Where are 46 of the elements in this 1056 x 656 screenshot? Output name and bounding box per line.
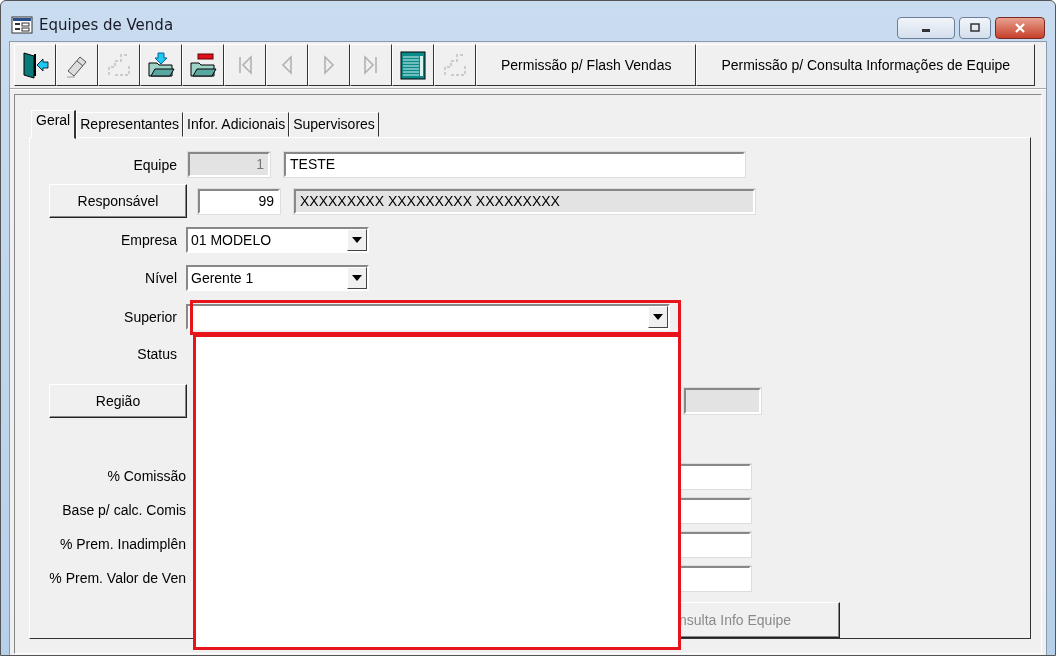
responsible-button[interactable]: Responsável [49,184,187,218]
region-button[interactable]: Região [49,384,187,418]
close-button[interactable] [995,17,1045,39]
table-icon [399,50,427,80]
toolbar-button[interactable] [392,44,434,86]
toolbar-button[interactable]: Permissão p/ Flash Vendas [476,44,697,86]
maximize-button[interactable] [959,17,991,39]
toolbar-button[interactable] [14,44,56,86]
folder-download-icon [147,51,175,79]
level-dropdown[interactable]: Gerente 1 [186,265,369,291]
field-label: % Prem. Valor de Ven [48,570,186,586]
tab[interactable]: Supervisores [289,112,379,137]
folder-remove-icon [189,51,217,79]
field-label: Superior [123,309,178,325]
company-dropdown[interactable]: 01 MODELO [186,227,369,253]
toolbar-button[interactable] [140,44,182,86]
dropdown-list[interactable] [193,334,681,650]
tab[interactable]: Geral [31,110,77,139]
field-label: Status [136,346,178,362]
dropdown-arrow-icon [352,275,362,281]
steps-icon [105,51,133,79]
team-name-field[interactable]: TESTE [284,152,745,177]
tab[interactable]: Infor. Adicionais [183,112,290,137]
field-label: Empresa [119,232,178,248]
field-label: % Prem. Inadimplên [58,536,186,552]
dropdown-arrow-icon [352,237,362,243]
tab[interactable]: Representantes [76,112,184,137]
region-name-field[interactable] [684,388,761,414]
steps-icon [441,51,469,79]
toolbar-button[interactable] [56,44,98,86]
close-icon [1014,23,1026,33]
toolbar-button[interactable] [182,44,224,86]
toolbar-button[interactable]: Permissão p/ Consulta Informações de Equipe [696,44,1036,86]
responsible-name-field[interactable]: XXXXXXXXX XXXXXXXXX XXXXXXXXX [294,188,755,214]
window-icon [11,16,33,34]
field-label: Base p/ calc. Comis [61,502,186,518]
maximize-icon [969,23,981,33]
window-title: Equipes de Venda [39,16,174,34]
field-label: Equipe [132,156,178,173]
field-label: Nível [144,270,178,286]
superior-dropdown[interactable] [186,304,670,330]
dropdown-arrow-icon [653,314,663,320]
door-exit-icon [21,51,49,79]
responsible-code-field[interactable]: 99 [198,188,280,214]
minimize-button[interactable] [897,17,955,39]
field-label: % Comissão [106,468,186,484]
